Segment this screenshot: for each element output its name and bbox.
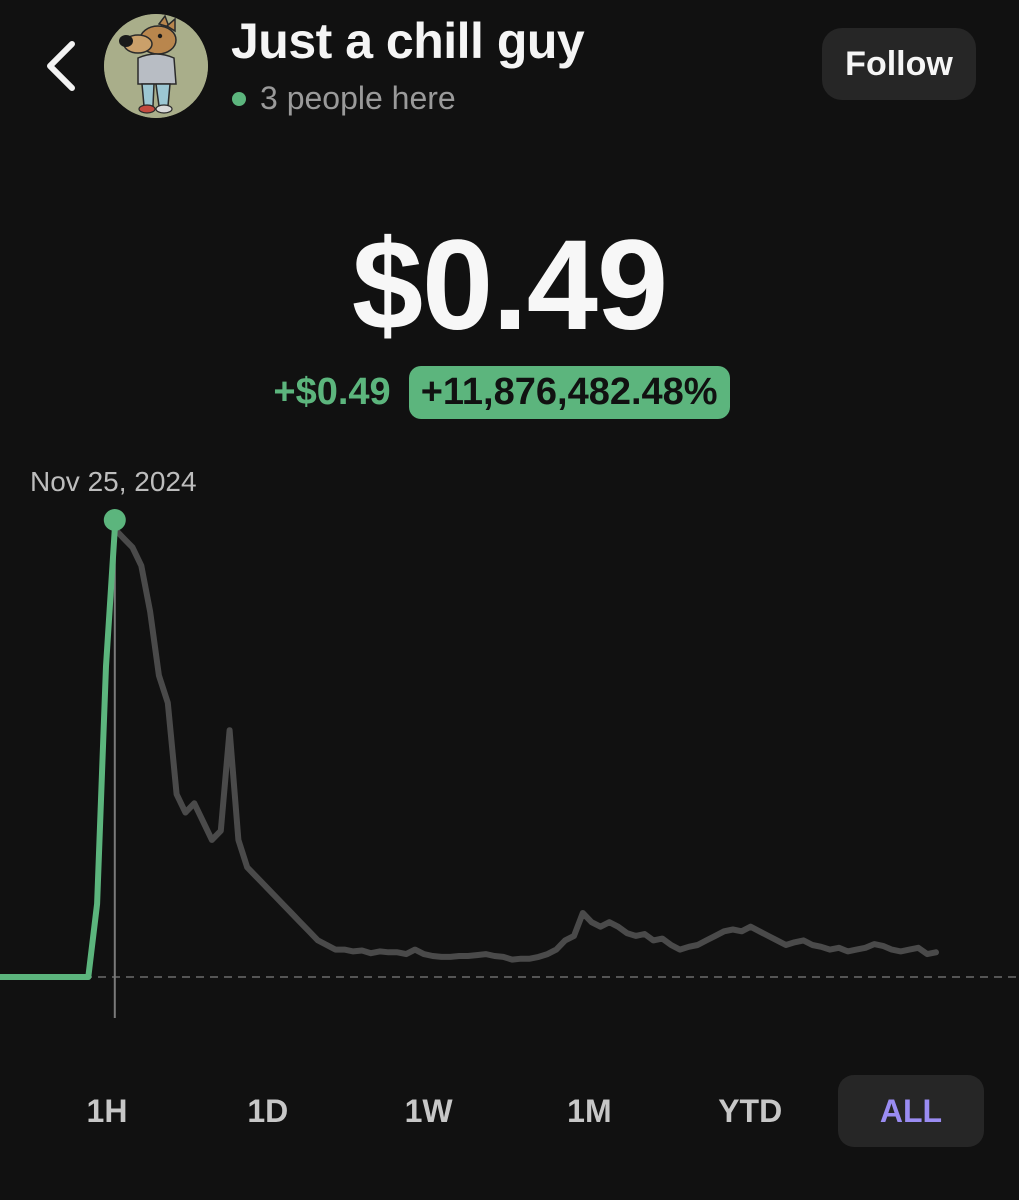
coin-title: Just a chill guy — [231, 13, 585, 69]
price-change-row: +$0.49 +11,876,482.48% — [0, 366, 1019, 419]
follow-button[interactable]: Follow — [822, 28, 976, 100]
chart-series-line-gray — [111, 526, 939, 963]
presence-label: 3 people here — [260, 80, 456, 116]
current-price: $0.49 — [351, 214, 668, 357]
range-selector: 1H 1D 1W 1M YTD ALL — [34, 1074, 984, 1148]
range-tab-1h[interactable]: 1H — [34, 1075, 180, 1147]
chevron-left-icon — [47, 41, 75, 91]
chart-highlight-point[interactable] — [103, 509, 126, 531]
price-change-absolute: +$0.49 — [273, 371, 391, 413]
chart-series-line-green — [0, 526, 118, 980]
range-tab-all[interactable]: ALL — [837, 1075, 984, 1147]
range-tab-1m[interactable]: 1M — [516, 1075, 662, 1147]
price-change-percent-badge: +11,876,482.48% — [408, 366, 730, 419]
avatar[interactable] — [104, 14, 208, 118]
chill-guy-dog-avatar-icon — [104, 14, 208, 118]
range-tab-1w[interactable]: 1W — [356, 1075, 502, 1147]
range-tab-1d[interactable]: 1D — [195, 1075, 341, 1147]
price-chart[interactable] — [0, 480, 1019, 1040]
header: Just a chill guy 3 people here Follow — [0, 0, 1019, 130]
range-tab-ytd[interactable]: YTD — [677, 1075, 823, 1147]
presence-status: 3 people here — [230, 80, 456, 117]
green-dot-icon — [232, 91, 246, 106]
back-button[interactable] — [38, 38, 88, 94]
